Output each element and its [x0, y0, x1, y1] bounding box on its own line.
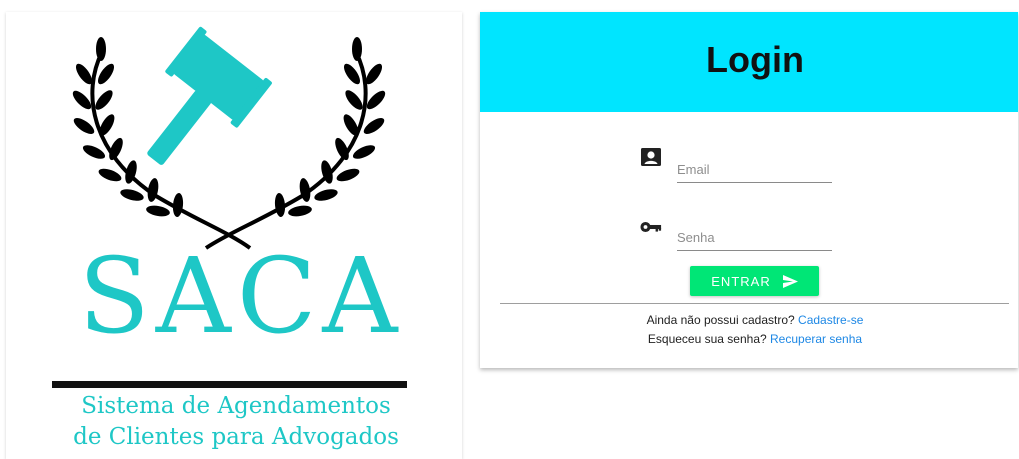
recover-password-link[interactable]: Recuperar senha — [770, 332, 862, 346]
key-icon — [640, 221, 662, 233]
login-header: Login — [480, 12, 1018, 112]
login-card: Login ENTRAR Ainda não possui cadastro? … — [480, 12, 1018, 368]
email-input[interactable] — [677, 156, 832, 183]
divider — [500, 303, 1009, 304]
login-title: Login — [706, 39, 804, 80]
enter-button-label: ENTRAR — [711, 273, 771, 289]
brand-tagline-line1: Sistema de Agendamentos — [81, 393, 391, 419]
brand-divider — [52, 381, 407, 388]
brand-tagline-line2: de Clientes para Advogados — [73, 424, 399, 450]
register-link[interactable]: Cadastre-se — [798, 313, 863, 327]
enter-button[interactable]: ENTRAR — [690, 266, 819, 296]
recover-prompt: Esqueceu sua senha? — [647, 332, 767, 346]
brand-name: SACA — [78, 235, 404, 357]
account-box-icon — [641, 148, 661, 166]
register-prompt: Ainda não possui cadastro? — [646, 313, 795, 327]
register-line: Ainda não possui cadastro? Cadastre-se — [480, 314, 1019, 326]
send-icon — [782, 274, 798, 288]
recover-line: Esqueceu sua senha? Recuperar senha — [480, 333, 1019, 345]
gavel-icon — [147, 26, 272, 165]
logo-panel: SACA Sistema de Agendamentos de Clientes… — [6, 12, 462, 459]
password-input[interactable] — [677, 224, 832, 251]
gavel-laurel-icon — [72, 26, 386, 250]
